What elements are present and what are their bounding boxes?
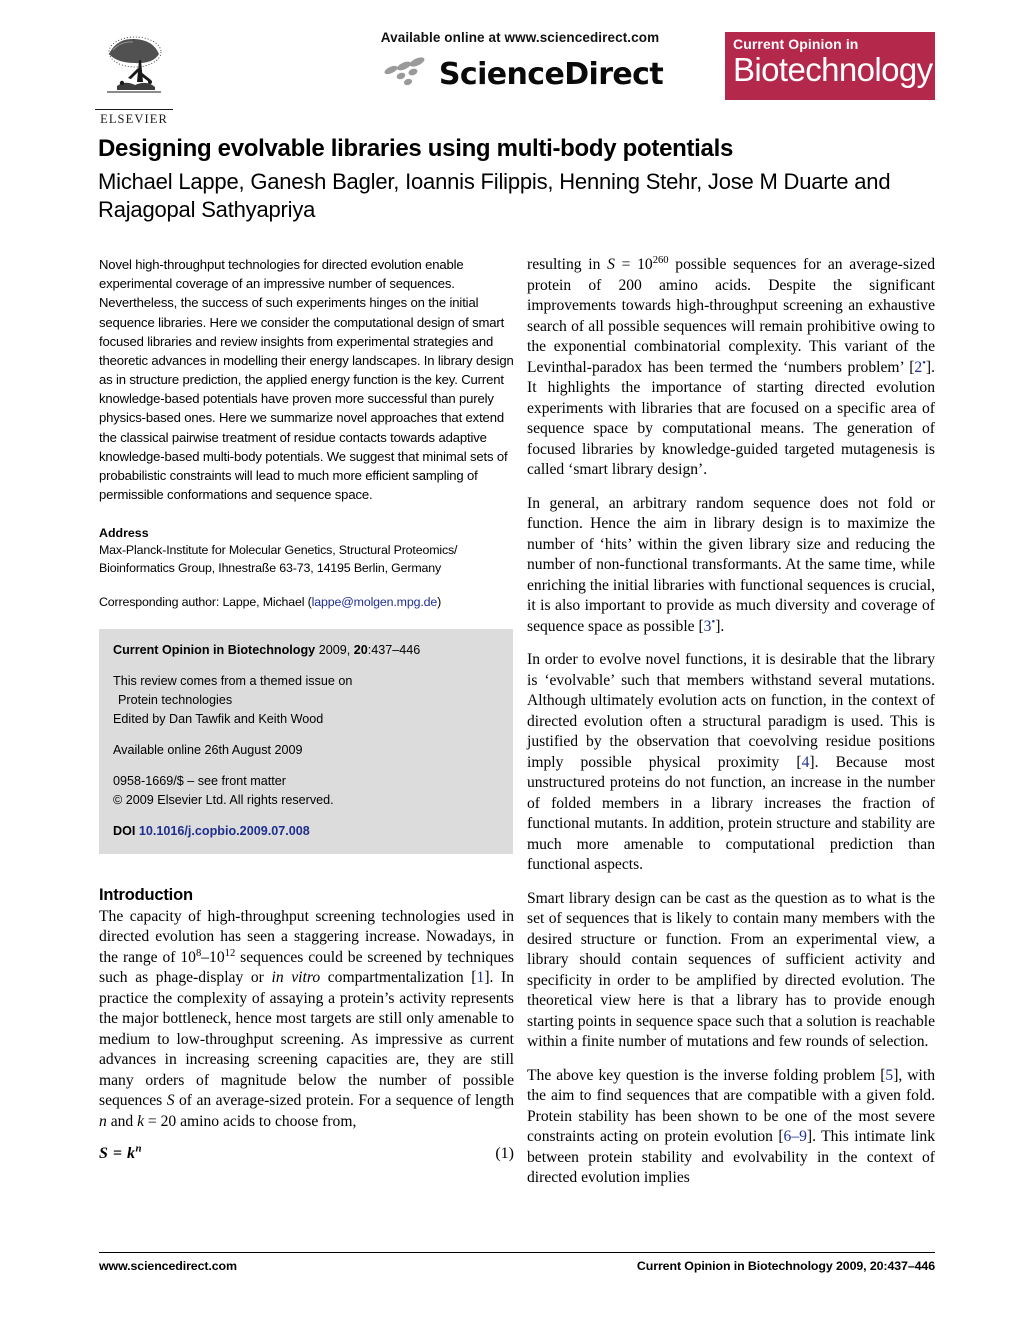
doi-link[interactable]: 10.1016/j.copbio.2009.07.008 xyxy=(139,824,310,838)
right-paragraph-5: The above key question is the inverse fo… xyxy=(527,1066,935,1189)
paper-page: ELSEVIER Available online at www.science… xyxy=(0,0,1020,1323)
equation-1-expression: S = kn xyxy=(99,1142,143,1163)
sciencedirect-swoosh-icon xyxy=(377,55,433,94)
right-column: resulting in S = 10260 possible sequence… xyxy=(527,255,935,1202)
metabox-journal-name: Current Opinion in Biotechnology xyxy=(113,643,316,658)
intro-text-b: –10 xyxy=(201,948,225,966)
rp1-text-a: resulting in xyxy=(527,256,608,273)
intro-text-g: and xyxy=(106,1112,138,1130)
address-line-2: Bioinformatics Group, Ihnestraße 63-73, … xyxy=(99,561,442,576)
journal-logo-badge: Current Opinion in Biotechnology xyxy=(725,32,935,100)
page-title: Designing evolvable libraries using mult… xyxy=(98,135,734,162)
rp1-text-b: = 10 xyxy=(614,256,653,273)
intro-text-d: compartmentalization [ xyxy=(320,969,477,987)
journal-metadata-box: Current Opinion in Biotechnology 2009, 2… xyxy=(99,629,513,854)
intro-text-f: of an average-sized protein. For a seque… xyxy=(174,1092,514,1110)
copyright-icon: © xyxy=(113,792,123,807)
metabox-volume: 20 xyxy=(353,643,368,658)
rp1-exponent: 260 xyxy=(652,254,669,266)
intro-var-k: k xyxy=(137,1112,145,1130)
elsevier-logo: ELSEVIER xyxy=(95,30,179,142)
intro-text-e: ]. In practice the complexity of assayin… xyxy=(99,969,515,1110)
rp1-text-c: possible sequences for an average-sized … xyxy=(527,256,936,376)
sciencedirect-block: Available online at www.sciencedirect.co… xyxy=(345,30,695,94)
rp1-text-d: ]. It highlights the importance of start… xyxy=(527,358,935,479)
available-online-text: Available online at www.sciencedirect.co… xyxy=(380,30,660,45)
copyright-text: 2009 Elsevier Ltd. All rights reserved. xyxy=(125,792,334,807)
intro-text-h: = 20 amino acids to choose from, xyxy=(144,1112,357,1130)
rp3-text-b: ]. Because most unstructured proteins do… xyxy=(527,753,935,874)
right-paragraph-3: In order to evolve novel functions, it i… xyxy=(527,650,935,876)
themed-issue-line-2: Protein technologies xyxy=(118,693,233,708)
equation-1-number: (1) xyxy=(495,1145,514,1163)
sciencedirect-wordmark: ScienceDirect xyxy=(438,56,664,92)
footer-divider xyxy=(99,1252,935,1253)
journal-badge-top-text: Current Opinion in xyxy=(733,36,859,52)
equation-1-exponent: n xyxy=(135,1142,143,1155)
page-header: ELSEVIER Available online at www.science… xyxy=(95,22,935,127)
footer-journal-name: Current Opinion in Biotechnology xyxy=(636,1259,833,1273)
intro-italic-invitro: in vitro xyxy=(271,969,321,987)
equation-1: S = kn (1) xyxy=(99,1142,514,1163)
themed-issue-line-1: This review comes from a themed issue on xyxy=(113,674,353,689)
sciencedirect-logo: ScienceDirect xyxy=(345,55,695,94)
rp2-text-a: In general, an arbitrary random sequence… xyxy=(527,494,935,635)
doi-label: DOI xyxy=(113,823,136,838)
page-footer: www.sciencedirect.com Current Opinion in… xyxy=(99,1252,935,1273)
section-heading-introduction: Introduction xyxy=(99,885,193,904)
intro-paragraph-1: The capacity of high-throughput screenin… xyxy=(99,907,514,1133)
footer-row: www.sciencedirect.com Current Opinion in… xyxy=(99,1259,935,1273)
elsevier-tree-icon xyxy=(95,30,173,108)
footer-journal-issue: 2009, 20:437–446 xyxy=(832,1259,935,1273)
metabox-issn: 0958-1669/$ – see front matter xyxy=(113,773,286,788)
metabox-editors: Edited by Dan Tawfik and Keith Wood xyxy=(113,712,324,727)
elsevier-wordmark: ELSEVIER xyxy=(95,109,173,127)
intro-var-n: n xyxy=(99,1112,107,1130)
abstract-text: Novel high-throughput technologies for d… xyxy=(99,257,514,503)
rp5-text-a: The above key question is the inverse fo… xyxy=(527,1066,886,1084)
rp2-text-b: ]. xyxy=(715,617,725,635)
metabox-doi: DOI 10.1016/j.copbio.2009.07.008 xyxy=(113,822,499,841)
footer-citation: Current Opinion in Biotechnology 2009, 2… xyxy=(637,1259,935,1273)
corresponding-email-link[interactable]: lappe@molgen.mpg.de xyxy=(312,595,438,609)
author-list: Michael Lappe, Ganesh Bagler, Ioannis Fi… xyxy=(98,168,891,223)
metabox-pages: :437–446 xyxy=(367,643,421,658)
metabox-copyright: © 2009 Elsevier Ltd. All rights reserved… xyxy=(113,791,499,810)
metabox-year: 2009, xyxy=(315,643,354,658)
address-body: Max-Planck-Institute for Molecular Genet… xyxy=(99,541,514,577)
address-heading: Address xyxy=(99,526,149,541)
citation-ref-6-9[interactable]: 6–9 xyxy=(784,1128,807,1145)
footer-website[interactable]: www.sciencedirect.com xyxy=(99,1259,237,1273)
left-column: Novel high-throughput technologies for d… xyxy=(99,255,514,1163)
equation-1-body: S = k xyxy=(99,1145,136,1163)
right-paragraph-2: In general, an arbitrary random sequence… xyxy=(527,494,935,638)
corresponding-suffix: ) xyxy=(437,595,442,610)
journal-badge-main-text: Biotechnology xyxy=(733,50,933,88)
right-paragraph-4: Smart library design can be cast as the … xyxy=(527,889,935,1051)
title-block: Designing evolvable libraries using mult… xyxy=(98,135,938,225)
corresponding-prefix: Corresponding author: Lappe, Michael ( xyxy=(99,595,312,610)
corresponding-author: Corresponding author: Lappe, Michael (la… xyxy=(99,595,514,609)
right-paragraph-1: resulting in S = 10260 possible sequence… xyxy=(527,255,935,481)
metabox-available-online: Available online 26th August 2009 xyxy=(113,743,303,758)
intro-var-S: S xyxy=(166,1092,175,1110)
address-line-1: Max-Planck-Institute for Molecular Genet… xyxy=(99,543,458,558)
intro-exp-2: 12 xyxy=(224,947,236,959)
metabox-citation: Current Opinion in Biotechnology 2009, 2… xyxy=(113,641,499,660)
metabox-themed-issue: This review comes from a themed issue on… xyxy=(113,672,499,729)
rp1-var-S: S xyxy=(607,256,615,273)
